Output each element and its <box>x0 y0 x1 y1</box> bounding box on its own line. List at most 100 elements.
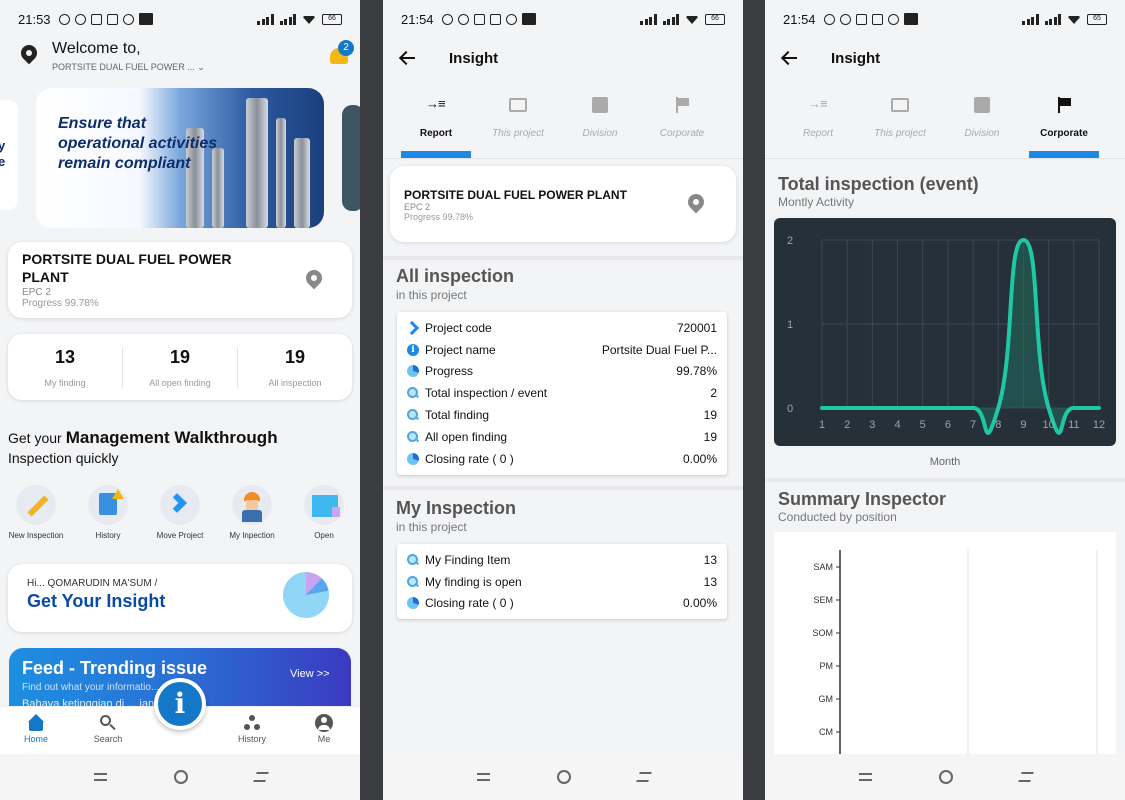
banner-tower <box>246 98 268 228</box>
y-tick-label: SAM <box>813 562 833 572</box>
quick-action-label: New Inspection <box>8 531 64 540</box>
row-key: My Finding Item <box>407 553 704 567</box>
x-tick-label: 7 <box>970 419 976 431</box>
nav-search[interactable]: Search <box>72 707 144 756</box>
tab-label: This project <box>874 128 926 139</box>
summary-inspector-chart[interactable]: SAM SEM SOM PM GM CM <box>774 532 1116 762</box>
nav-me[interactable]: Me <box>288 707 360 756</box>
tab-this-project[interactable]: This project <box>477 90 559 158</box>
recents-button[interactable] <box>476 773 490 781</box>
feed-title: Feed - Trending issue <box>22 658 208 678</box>
x-tick-label: 9 <box>1020 419 1026 431</box>
tab-report[interactable]: Report <box>395 90 477 158</box>
tab-corporate[interactable]: Corporate <box>641 90 723 158</box>
divider <box>383 158 743 159</box>
table-row: Progress 99.78% <box>407 361 717 383</box>
back-button[interactable] <box>635 772 652 782</box>
row-label: My finding is open <box>425 574 522 589</box>
back-button[interactable] <box>252 772 269 782</box>
back-arrow-icon[interactable] <box>781 51 797 65</box>
tab-this-project[interactable]: This project <box>859 90 941 158</box>
home-button[interactable] <box>938 770 953 784</box>
banner-text: Ensure that operational activities remai… <box>58 115 218 172</box>
info-icon: i <box>407 343 419 356</box>
divider <box>383 486 743 490</box>
heading-title: Management Walkthrough <box>65 428 278 447</box>
back-button[interactable] <box>1017 772 1034 782</box>
chart1-subtitle: Montly Activity <box>778 195 855 209</box>
notification-icon <box>138 13 153 25</box>
status-bar: 21:54 66 <box>383 0 743 38</box>
nfc-icon <box>473 13 485 25</box>
project-card[interactable]: PORTSITE DUAL FUEL POWER PLANT EPC 2 Pro… <box>390 166 736 242</box>
x-tick-label: 6 <box>945 419 951 431</box>
app-bar: Insight <box>765 38 1125 78</box>
history-button[interactable]: History <box>72 485 144 540</box>
x-tick-label: 1 <box>819 419 825 431</box>
home-button[interactable] <box>556 770 571 784</box>
mail-icon <box>887 13 899 25</box>
x-tick-label: 10 <box>1043 419 1055 431</box>
heading-prefix: Get your <box>8 430 62 446</box>
new-inspection-button[interactable]: New Inspection <box>0 485 72 540</box>
stat-my-finding[interactable]: 13 My finding <box>8 346 123 388</box>
chevron-right-icon <box>160 485 200 525</box>
x-tick-label: 3 <box>869 419 875 431</box>
heading-suffix: Inspection quickly <box>8 450 119 466</box>
status-bar: 21:53 66 <box>0 0 360 38</box>
system-nav-bar <box>765 754 1125 800</box>
divider <box>765 158 1125 159</box>
move-project-button[interactable]: Move Project <box>144 485 216 540</box>
wifi-icon <box>302 16 316 24</box>
person-icon <box>315 714 333 732</box>
my-inspection-button[interactable]: My Inpection <box>216 485 288 540</box>
row-value: 99.78% <box>676 364 717 379</box>
stat-all-inspection[interactable]: 19 All inspection <box>238 347 352 388</box>
insight-greeting: Hi... QOMARUDIN MA'SUM / <box>27 578 158 589</box>
alarm-icon <box>457 13 469 25</box>
table-row: i Project name Portsite Dual Fuel P... <box>407 339 717 361</box>
row-value: 720001 <box>676 320 717 335</box>
tab-report[interactable]: Report <box>777 90 859 158</box>
row-key: Total finding <box>407 408 704 422</box>
project-card[interactable]: PORTSITE DUAL FUEL POWER PLANT EPC 2 Pro… <box>8 242 352 318</box>
table-row: Closing rate ( 0 ) 0.00% <box>407 448 717 470</box>
feed-view-link[interactable]: View >> <box>290 668 330 680</box>
nav-home[interactable]: Home <box>0 707 72 756</box>
ticket-icon <box>891 98 909 112</box>
info-fab-button[interactable]: i <box>154 678 206 730</box>
nav-history[interactable]: History <box>216 707 288 756</box>
alarm-icon <box>74 13 86 25</box>
inspection-line-chart[interactable]: 1 2 3 4 5 6 7 8 9 10 11 12 0 1 2 <box>774 218 1116 446</box>
recents-button[interactable] <box>93 773 107 781</box>
nav-label: Me <box>317 734 331 744</box>
banner-prev[interactable]: y e <box>0 100 18 210</box>
insight-card[interactable]: Hi... QOMARUDIN MA'SUM / Get Your Insigh… <box>8 564 352 632</box>
back-arrow-icon[interactable] <box>399 51 415 65</box>
tab-label: Division <box>964 128 1000 139</box>
banner[interactable]: Ensure that operational activities remai… <box>36 88 324 228</box>
tab-division[interactable]: Division <box>559 90 641 158</box>
notification-bell[interactable]: 2 <box>328 40 354 66</box>
row-key: Project code <box>407 321 677 335</box>
line-chart-svg: 1 2 3 4 5 6 7 8 9 10 11 12012 <box>787 235 1105 435</box>
open-button[interactable]: Open <box>288 485 360 540</box>
quick-action-label: Open <box>314 531 334 540</box>
quick-action-label: History <box>95 531 121 540</box>
row-value: 0.00% <box>682 451 717 466</box>
tab-corporate[interactable]: Corporate <box>1023 90 1105 158</box>
x-tick-label: 12 <box>1093 419 1105 431</box>
welcome-header[interactable]: Welcome to, PORTSITE DUAL FUEL POWER ...… <box>20 40 205 73</box>
recents-button[interactable] <box>858 773 872 781</box>
tab-label: Report <box>419 128 453 139</box>
project-selector[interactable]: PORTSITE DUAL FUEL POWER ... ⌄ <box>52 62 205 73</box>
tab-division[interactable]: Division <box>941 90 1023 158</box>
wifi-icon <box>1067 16 1081 24</box>
home-button[interactable] <box>173 770 188 784</box>
flag-icon <box>1057 97 1071 113</box>
my-inspection-table: My Finding Item 13 My finding is open 13 Clo… <box>397 544 727 620</box>
table-row: Project code 720001 <box>407 317 717 339</box>
project-progress: Progress 99.78% <box>22 298 99 309</box>
banner-next[interactable] <box>342 105 360 211</box>
stat-all-open-finding[interactable]: 19 All open finding <box>123 346 238 388</box>
